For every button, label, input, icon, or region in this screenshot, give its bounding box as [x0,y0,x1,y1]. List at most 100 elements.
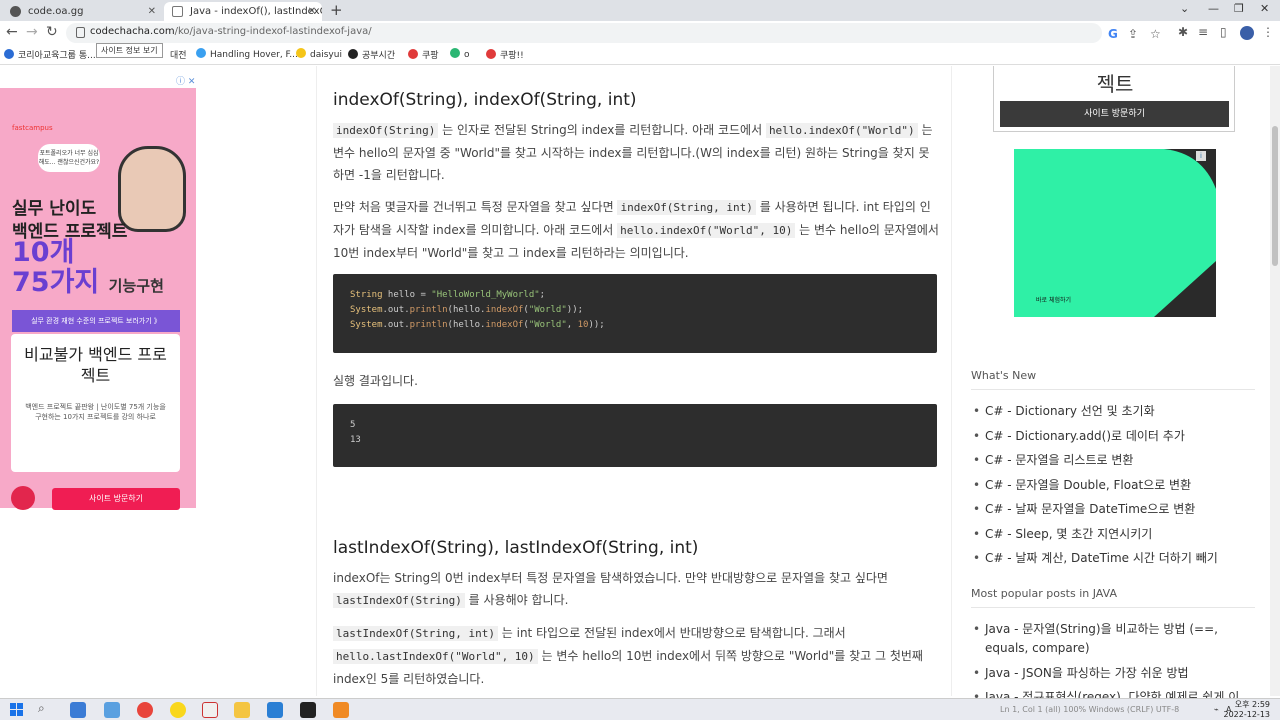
whats-new-title: What's New [971,369,1037,382]
folder-icon[interactable] [234,702,250,718]
back-icon[interactable]: ← [6,24,18,40]
close-window-icon[interactable]: ✕ [1260,2,1269,15]
list-item[interactable]: C# - Sleep, 몇 초간 지연시키기 [971,525,1261,544]
paragraph: indexOf(String) 는 인자로 전달된 String의 index를… [333,123,933,182]
bookmark-icon [450,48,460,58]
divider [971,607,1255,608]
app-icon[interactable] [202,702,218,718]
taskbar: ⌕ Ln 1, Col 1 (all) 100% Windows (CRLF) … [0,698,1280,720]
close-icon[interactable]: ✕ [308,2,316,21]
bookmark-icon [296,48,306,58]
list-item[interactable]: Java - JSON을 파싱하는 가장 쉬운 방법 [971,664,1261,683]
ad-logo-icon [11,486,35,510]
close-icon[interactable]: ✕ [148,2,156,21]
bookmarks-bar: 코리아교육그룹 통... 대전 Handling Hover, F... dai… [0,45,1280,65]
list-item[interactable]: C# - Dictionary.add()로 데이터 추가 [971,427,1261,446]
forward-icon[interactable]: → [26,24,38,40]
search-icon[interactable]: ⌕ [38,701,45,716]
avatar[interactable] [1240,26,1254,40]
address-bar[interactable]: codechacha.com/ko/java-string-indexof-la… [66,23,1161,43]
tooltip: 사이트 정보 보기 [96,43,163,58]
kakaotalk-icon[interactable] [170,702,186,718]
chevron-down-icon[interactable]: ⌄ [1180,2,1189,15]
google-icon[interactable]: G [1108,27,1118,41]
bookmark-icon [408,49,418,59]
bookmark-item[interactable]: 쿠팡 [408,48,439,61]
ad-brand: fastcampus [12,124,53,132]
tab-label: Java - indexOf(), lastIndexOf()으 [190,6,322,17]
browser-tab-strip: code.oa.gg ✕ Java - indexOf(), lastIndex… [0,0,1280,21]
extensions-icon[interactable]: ✱ [1178,25,1188,39]
page-scrollbar[interactable] [1270,66,1280,696]
minimize-icon[interactable]: — [1208,2,1219,15]
ad-card-title: 비교불가 백엔드 프로젝트 [24,345,167,385]
lock-icon[interactable] [76,27,85,38]
article-content: indexOf(String), indexOf(String, int) in… [316,66,952,696]
bookmark-item[interactable]: 코리아교육그룹 통... [4,48,96,61]
bookmark-item[interactable]: Handling Hover, F... [196,48,298,60]
bookmark-item[interactable]: daisyui [296,48,342,60]
new-tab-icon[interactable]: + [330,1,343,19]
network-icon[interactable]: ⌁ [1214,705,1219,714]
scrollbar-thumb[interactable] [1272,126,1278,266]
sidebar-ad-box[interactable]: 젝트 사이트 방문하기 [993,66,1235,132]
sidebar: 젝트 사이트 방문하기 i 바로 체험하기 What's New C# - Di… [955,66,1280,707]
share-icon[interactable]: ⇪ [1128,27,1138,41]
result-block[interactable]: 5 13 [333,404,937,467]
ad-card-desc: 백엔드 프로젝트 끝판왕 | 난이도별 75개 기능을 구현하는 10가지 프로… [25,403,166,421]
ad-strip-link[interactable]: 실무 환경 재현 수준의 프로젝트 보러가기 》 [12,310,180,332]
list-item[interactable]: Java - 문자열(String)을 비교하는 방법 (==, equals,… [971,620,1261,658]
editor-status-text: Ln 1, Col 1 (all) 100% Windows (CRLF) UT… [1000,705,1180,714]
menu-icon[interactable]: ⋮ [1262,25,1274,39]
ad-info-icon[interactable]: i [1196,151,1206,161]
tab-code-oa[interactable]: code.oa.gg ✕ [2,2,162,21]
reload-icon[interactable]: ↻ [46,24,58,40]
paragraph: lastIndexOf(String, int) 는 int 타입으로 전달된 … [333,626,923,686]
paragraph: 실행 결과입니다. [333,374,418,388]
left-advertisement[interactable]: ⓘ ✕ fastcampus 포트폴리오가 너무 심심해도... 괜찮으신건가요… [0,77,196,510]
system-clock[interactable]: 오후 2:59 2022-12-13 [1224,700,1271,720]
list-item[interactable]: C# - Dictionary 선언 및 초기화 [971,402,1261,421]
ad-card[interactable]: 비교불가 백엔드 프로젝트 백엔드 프로젝트 끝판왕 | 난이도별 75개 기능… [11,334,180,472]
list-item[interactable]: C# - 문자열을 Double, Float으로 변환 [971,476,1261,495]
visit-site-button[interactable]: 사이트 방문하기 [52,488,180,510]
tab-java-indexof[interactable]: Java - indexOf(), lastIndexOf()으 ✕ [164,2,322,21]
ad-label: 바로 체험하기 [1036,297,1072,304]
list-item[interactable]: C# - 문자열을 리스트로 변환 [971,451,1261,470]
list-item[interactable]: C# - 날짜 계산, DateTime 시간 더하기 빼기 [971,549,1261,568]
bookmark-item[interactable]: 쿠팡!! [486,48,524,61]
right-advertisement[interactable]: i 바로 체험하기 [1014,149,1216,317]
url-text[interactable]: codechacha.com/ko/java-string-indexof-la… [90,26,372,37]
media-icon[interactable]: ≡ [1198,25,1208,39]
app-icon[interactable] [104,702,120,718]
paragraph: indexOf는 String의 0번 index부터 특정 문자열을 탐색하였… [333,571,888,608]
ad-big-text: 10개 75가지 기능구현 [12,237,164,298]
list-item[interactable]: C# - 날짜 문자열을 DateTime으로 변환 [971,500,1261,519]
section-heading: indexOf(String), indexOf(String, int) [333,90,637,110]
section-heading: lastIndexOf(String), lastIndexOf(String,… [333,538,699,558]
bookmark-star-icon[interactable]: ☆ [1150,27,1161,41]
bookmark-icon [348,49,358,59]
windows-start-icon[interactable] [10,703,24,717]
restore-icon[interactable]: ❐ [1234,2,1244,15]
ad-graphic [1014,149,1216,317]
bookmark-icon [4,49,14,59]
web-page: ⓘ ✕ fastcampus 포트폴리오가 너무 심심해도... 괜찮으신건가요… [0,66,1280,707]
browser-toolbar: ← → ↻ codechacha.com/ko/java-string-inde… [0,21,1280,45]
bookmark-item[interactable]: o [450,48,470,60]
whats-new-list: C# - Dictionary 선언 및 초기화 C# - Dictionary… [971,402,1261,574]
bookmark-item[interactable]: 대전 [170,48,187,61]
vscode-icon[interactable] [267,702,283,718]
intellij-icon[interactable] [300,702,316,718]
app-icon[interactable] [70,702,86,718]
chrome-icon[interactable] [137,702,153,718]
site-icon [172,6,183,17]
ad-character-image [118,146,186,232]
ad-info-icon[interactable]: ⓘ ✕ [176,74,195,87]
visit-site-button[interactable]: 사이트 방문하기 [1000,101,1229,127]
side-panel-icon[interactable]: ▯ [1220,25,1227,39]
code-block[interactable]: String hello = "HelloWorld_MyWorld"; Sys… [333,274,937,353]
app-icon[interactable] [333,702,349,718]
bookmark-item[interactable]: 공부시간 [348,48,395,61]
sidebar-ad-title: 젝트 [1096,72,1134,96]
